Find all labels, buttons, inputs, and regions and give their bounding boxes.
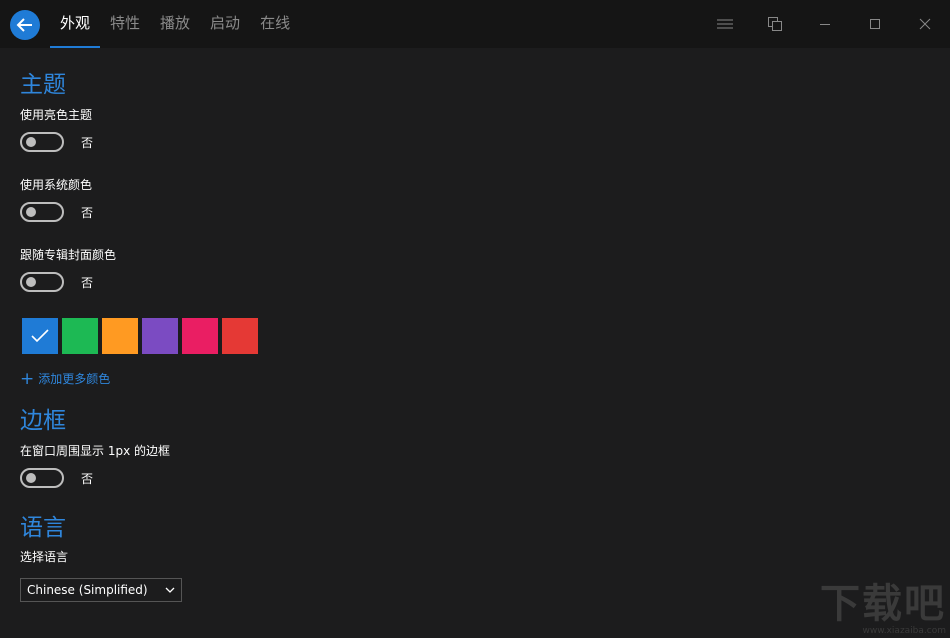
- maximize-icon: [870, 19, 880, 29]
- hamburger-menu-icon: [717, 19, 733, 29]
- border-toggle[interactable]: [20, 468, 64, 488]
- color-swatch-orange[interactable]: [102, 318, 138, 354]
- light-theme-toggle[interactable]: [20, 132, 64, 152]
- mini-mode-button[interactable]: [750, 0, 800, 48]
- border-toggle-row: 否: [20, 468, 93, 488]
- add-more-colors-label: 添加更多颜色: [38, 372, 111, 386]
- color-swatches: [22, 318, 258, 354]
- title-bar: 外观 特性 播放 启动 在线: [0, 0, 950, 48]
- system-color-toggle-row: 否: [20, 202, 93, 222]
- language-section-title: 语言: [20, 515, 66, 541]
- border-state: 否: [81, 471, 94, 486]
- light-theme-state: 否: [81, 135, 94, 150]
- system-color-toggle[interactable]: [20, 202, 64, 222]
- watermark-url: www.xiazaiba.com: [862, 626, 946, 636]
- toggle-knob: [26, 473, 36, 483]
- window-controls: [700, 0, 950, 48]
- light-theme-label: 使用亮色主题: [20, 108, 93, 122]
- language-select-value: Chinese (Simplified): [27, 583, 148, 597]
- plus-icon: +: [20, 368, 35, 389]
- border-label: 在窗口周围显示 1px 的边框: [20, 444, 170, 458]
- color-swatch-green[interactable]: [62, 318, 98, 354]
- tab-bar: 外观 特性 播放 启动 在线: [50, 0, 300, 48]
- toggle-knob: [26, 207, 36, 217]
- border-section-title: 边框: [20, 408, 66, 434]
- add-more-colors-link[interactable]: + 添加更多颜色: [20, 370, 110, 387]
- color-swatch-purple[interactable]: [142, 318, 178, 354]
- color-swatch-pink[interactable]: [182, 318, 218, 354]
- album-color-state: 否: [81, 275, 94, 290]
- tab-startup[interactable]: 启动: [200, 0, 250, 48]
- theme-section-title: 主题: [20, 72, 66, 98]
- back-button[interactable]: [10, 10, 40, 40]
- color-swatch-blue[interactable]: [22, 318, 58, 354]
- system-color-state: 否: [81, 205, 94, 220]
- menu-button[interactable]: [700, 0, 750, 48]
- maximize-button[interactable]: [850, 0, 900, 48]
- close-button[interactable]: [900, 0, 950, 48]
- light-theme-toggle-row: 否: [20, 132, 93, 152]
- minimize-button[interactable]: [800, 0, 850, 48]
- system-color-label: 使用系统颜色: [20, 178, 93, 192]
- minimize-icon: [820, 24, 830, 25]
- color-swatch-red[interactable]: [222, 318, 258, 354]
- watermark-logo: 下载吧: [820, 581, 946, 627]
- checkmark-icon: [31, 329, 49, 343]
- copy-window-icon: [768, 17, 782, 31]
- close-icon: [919, 18, 931, 30]
- toggle-knob: [26, 277, 36, 287]
- arrow-left-icon: [16, 18, 32, 32]
- album-color-toggle-row: 否: [20, 272, 93, 292]
- tab-online[interactable]: 在线: [250, 0, 300, 48]
- toggle-knob: [26, 137, 36, 147]
- tab-features[interactable]: 特性: [100, 0, 150, 48]
- chevron-down-icon: [165, 587, 175, 593]
- tab-appearance[interactable]: 外观: [50, 0, 101, 48]
- tab-playback[interactable]: 播放: [150, 0, 200, 48]
- album-color-label: 跟随专辑封面颜色: [20, 248, 117, 262]
- watermark: 下载吧 www.xiazaiba.com: [820, 582, 946, 636]
- language-select[interactable]: Chinese (Simplified): [20, 578, 182, 602]
- language-label: 选择语言: [20, 550, 69, 564]
- album-color-toggle[interactable]: [20, 272, 64, 292]
